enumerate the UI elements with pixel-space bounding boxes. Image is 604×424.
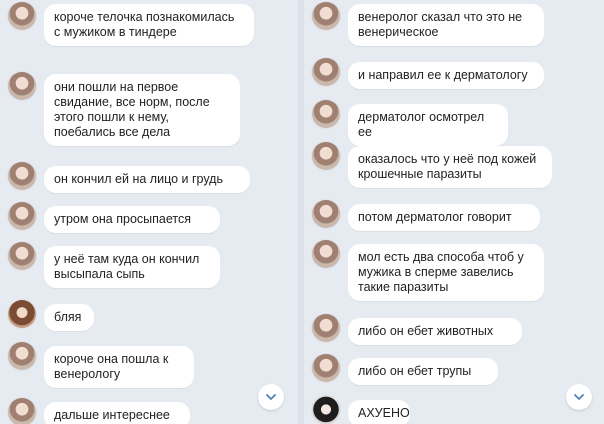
message-bubble: либо он ебет трупы xyxy=(348,358,498,385)
message-bubble: и направил ее к дерматологу xyxy=(348,62,544,89)
message-text: дерматолог осмотрел ее xyxy=(358,110,485,139)
message-bubble: дальше интереснее xyxy=(44,402,190,424)
message-text: либо он ебет животных xyxy=(358,324,494,338)
avatar[interactable] xyxy=(8,2,36,30)
avatar[interactable] xyxy=(312,100,340,128)
avatar[interactable] xyxy=(312,314,340,342)
avatar[interactable] xyxy=(8,242,36,270)
message-bubble: они пошли на первое свидание, все норм, … xyxy=(44,74,240,146)
left-chat-panel: короче телочка познакомилась с мужиком в… xyxy=(0,0,298,424)
message-text: оказалось что у неё под кожей крошечные … xyxy=(358,152,537,181)
message-text: либо он ебет трупы xyxy=(358,364,472,378)
message-text: короче телочка познакомилась с мужиком в… xyxy=(54,10,235,39)
avatar[interactable] xyxy=(312,396,340,424)
avatar[interactable] xyxy=(8,342,36,370)
avatar[interactable] xyxy=(8,398,36,424)
avatar[interactable] xyxy=(8,72,36,100)
avatar[interactable] xyxy=(8,202,36,230)
message-bubble: короче она пошла к венерологу xyxy=(44,346,194,388)
message-text: они пошли на первое свидание, все норм, … xyxy=(54,80,210,139)
scroll-down-button[interactable] xyxy=(566,384,592,410)
message-text: утром она просыпается xyxy=(54,212,191,226)
avatar[interactable] xyxy=(312,58,340,86)
message-bubble: дерматолог осмотрел ее xyxy=(348,104,508,146)
message-bubble: потом дерматолог говорит xyxy=(348,204,540,231)
message-bubble: утром она просыпается xyxy=(44,206,220,233)
message-text: он кончил ей на лицо и грудь xyxy=(54,172,223,186)
chevron-down-icon xyxy=(266,394,276,400)
message-bubble: короче телочка познакомилась с мужиком в… xyxy=(44,4,254,46)
avatar[interactable] xyxy=(8,162,36,190)
message-bubble: либо он ебет животных xyxy=(348,318,522,345)
chevron-down-icon xyxy=(574,394,584,400)
message-text: бляя xyxy=(54,310,82,324)
avatar[interactable] xyxy=(8,300,36,328)
message-text: короче она пошла к венерологу xyxy=(54,352,169,381)
message-bubble: оказалось что у неё под кожей крошечные … xyxy=(348,146,552,188)
message-text: потом дерматолог говорит xyxy=(358,210,512,224)
message-bubble: он кончил ей на лицо и грудь xyxy=(44,166,250,193)
message-text: мол есть два способа чтоб у мужика в спе… xyxy=(358,250,524,294)
message-bubble: бляя xyxy=(44,304,94,331)
avatar[interactable] xyxy=(312,354,340,382)
scroll-down-button[interactable] xyxy=(258,384,284,410)
avatar[interactable] xyxy=(312,142,340,170)
message-bubble: мол есть два способа чтоб у мужика в спе… xyxy=(348,244,544,301)
message-text: венеролог сказал что это не венерическое xyxy=(358,10,523,39)
message-bubble: венеролог сказал что это не венерическое xyxy=(348,4,544,46)
avatar[interactable] xyxy=(312,200,340,228)
message-bubble: у неё там куда он кончил высыпала сыпь xyxy=(44,246,220,288)
avatar[interactable] xyxy=(312,2,340,30)
message-text: и направил ее к дерматологу xyxy=(358,68,528,82)
message-text: дальше интереснее xyxy=(54,408,170,422)
message-text: АХУЕНО xyxy=(358,406,410,420)
message-text: у неё там куда он кончил высыпала сыпь xyxy=(54,252,200,281)
right-chat-panel: венеролог сказал что это не венерическое… xyxy=(304,0,604,424)
avatar[interactable] xyxy=(312,240,340,268)
message-bubble: АХУЕНО xyxy=(348,400,410,424)
